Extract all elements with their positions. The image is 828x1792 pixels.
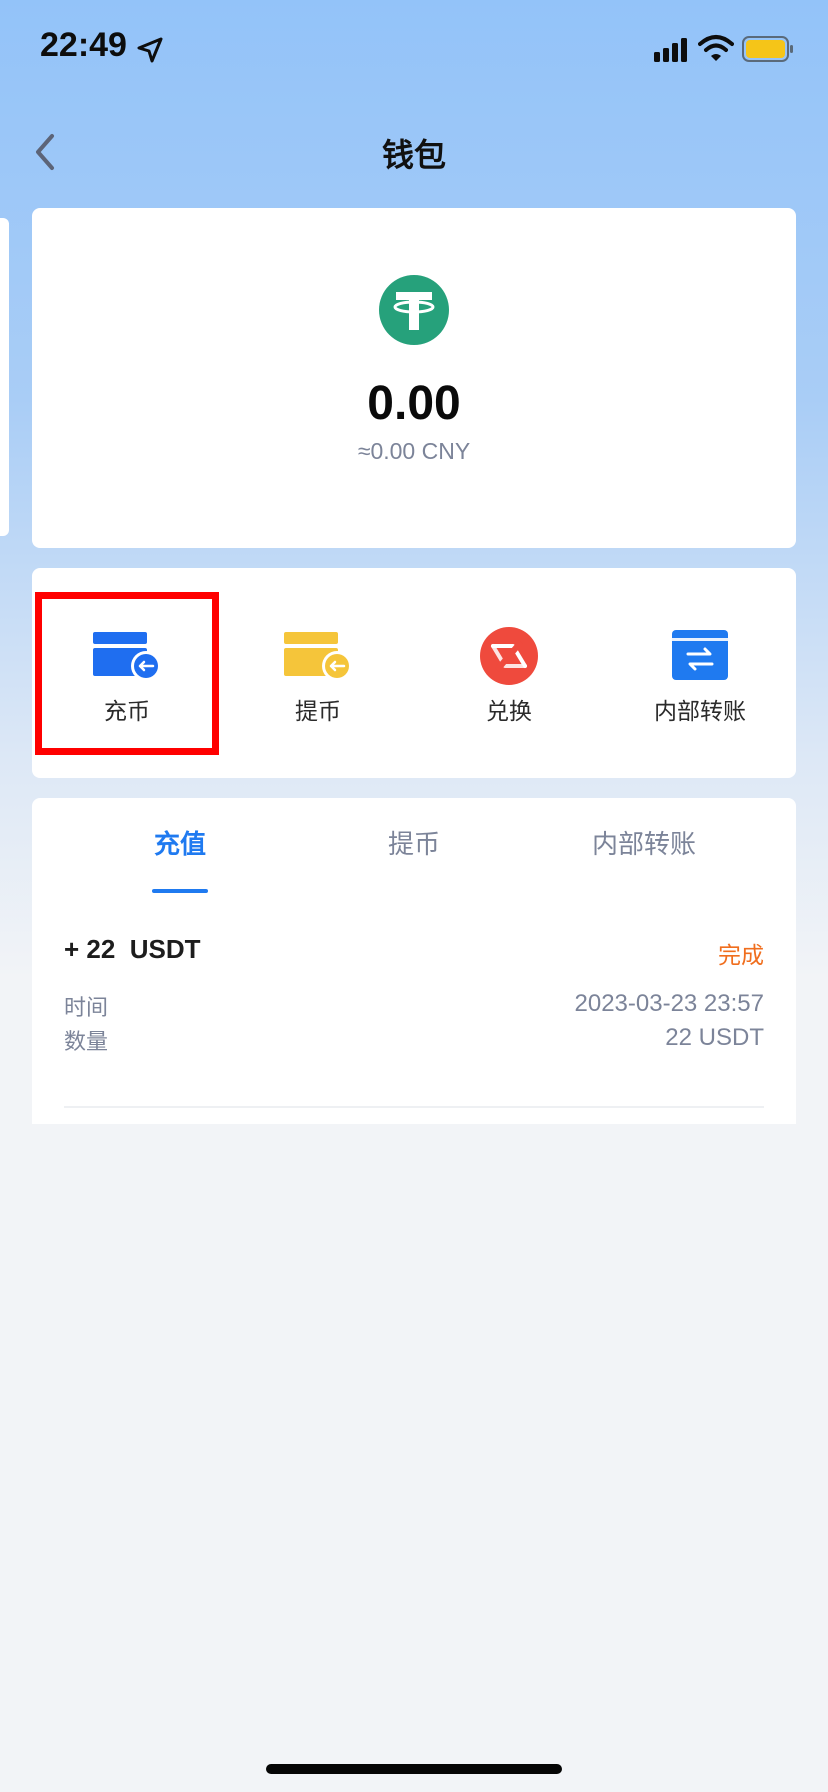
- tab-internal-transfer[interactable]: 内部转账: [584, 824, 704, 861]
- internal-transfer-button[interactable]: 内部转账: [605, 568, 795, 778]
- balance-cny: ≈0.00 CNY: [357, 438, 471, 464]
- withdraw-card-icon: [284, 632, 352, 681]
- cellular-signal-icon: [654, 38, 687, 62]
- record-time-label: 时间: [64, 996, 109, 1021]
- side-panel-edge: [0, 218, 9, 536]
- record-qty-value: 22 USDT: [665, 1024, 764, 1051]
- battery-icon: [742, 36, 793, 62]
- tab-withdraw[interactable]: 提币: [382, 824, 446, 861]
- home-indicator[interactable]: [266, 1764, 562, 1774]
- tab-recharge[interactable]: 充值: [152, 824, 208, 861]
- action-label-transfer: 内部转账: [654, 699, 746, 725]
- status-time: 22:49: [40, 26, 127, 64]
- record-time-value: 2023-03-23 23:57: [574, 990, 765, 1017]
- tab-underline: [152, 889, 208, 893]
- highlight-box: [35, 592, 219, 755]
- nav-bar: 钱包: [0, 110, 828, 194]
- balance-amount: 0.00: [367, 377, 461, 430]
- balance-card: 0.00 ≈0.00 CNY: [32, 208, 796, 548]
- action-label-withdraw: 提币: [295, 699, 341, 725]
- status-badge: 完成: [718, 943, 764, 969]
- wifi-icon: [698, 35, 734, 61]
- page-title: 钱包: [381, 136, 446, 174]
- record-amount: + 22 USDT: [64, 934, 201, 964]
- action-label-exchange: 兑换: [486, 699, 532, 725]
- record-qty-label: 数量: [64, 1030, 109, 1055]
- withdraw-button[interactable]: 提币: [223, 568, 413, 778]
- exchange-icon: [480, 627, 538, 685]
- exchange-button[interactable]: 兑换: [414, 568, 604, 778]
- transfer-icon: [672, 630, 728, 680]
- usdt-tether-icon: [379, 275, 449, 345]
- location-arrow-icon: [137, 37, 163, 63]
- records-card: 充值 提币 内部转账 + 22 USDT 完成 时间 2023-03-23 23…: [32, 798, 796, 1124]
- divider: [64, 1106, 764, 1108]
- status-bar: 22:49: [0, 0, 828, 100]
